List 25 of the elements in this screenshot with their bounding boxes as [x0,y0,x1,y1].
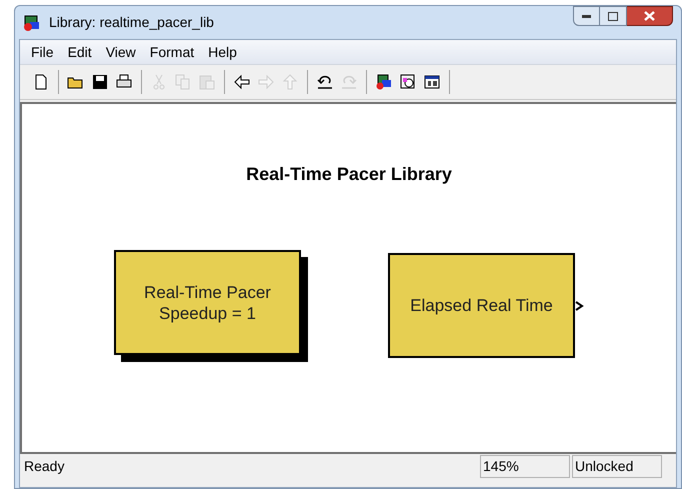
block-label: Elapsed Real Time [410,295,553,316]
app-icon [23,14,41,32]
left-arrow-icon[interactable] [233,73,251,91]
menu-item[interactable]: Format [142,42,202,62]
minimize-icon [582,14,591,18]
block-label: Real-Time Pacer [144,282,271,302]
library-browser-icon[interactable] [375,73,393,91]
status-message: Ready [24,456,66,476]
menu-item[interactable]: Edit [60,42,99,62]
library-title: Real-Time Pacer Library [245,163,453,186]
menu-item[interactable]: Help [201,42,244,62]
magnifier-icon[interactable] [399,73,417,91]
window-title: Library: realtime_pacer_lib [49,13,214,32]
zoom-level: 145% [480,454,570,478]
menu-item[interactable]: File [24,42,61,62]
lock-status: Unlocked [572,454,662,478]
block-label: Speedup = 1 [159,302,256,324]
menu-item[interactable]: View [98,42,143,62]
close-icon [644,11,655,21]
undo-icon[interactable] [316,73,334,91]
close-button[interactable] [627,6,673,26]
minimize-button[interactable] [573,6,600,26]
maximize-button[interactable] [600,6,627,26]
window-icon[interactable] [423,73,441,91]
maximize-icon [608,12,618,20]
